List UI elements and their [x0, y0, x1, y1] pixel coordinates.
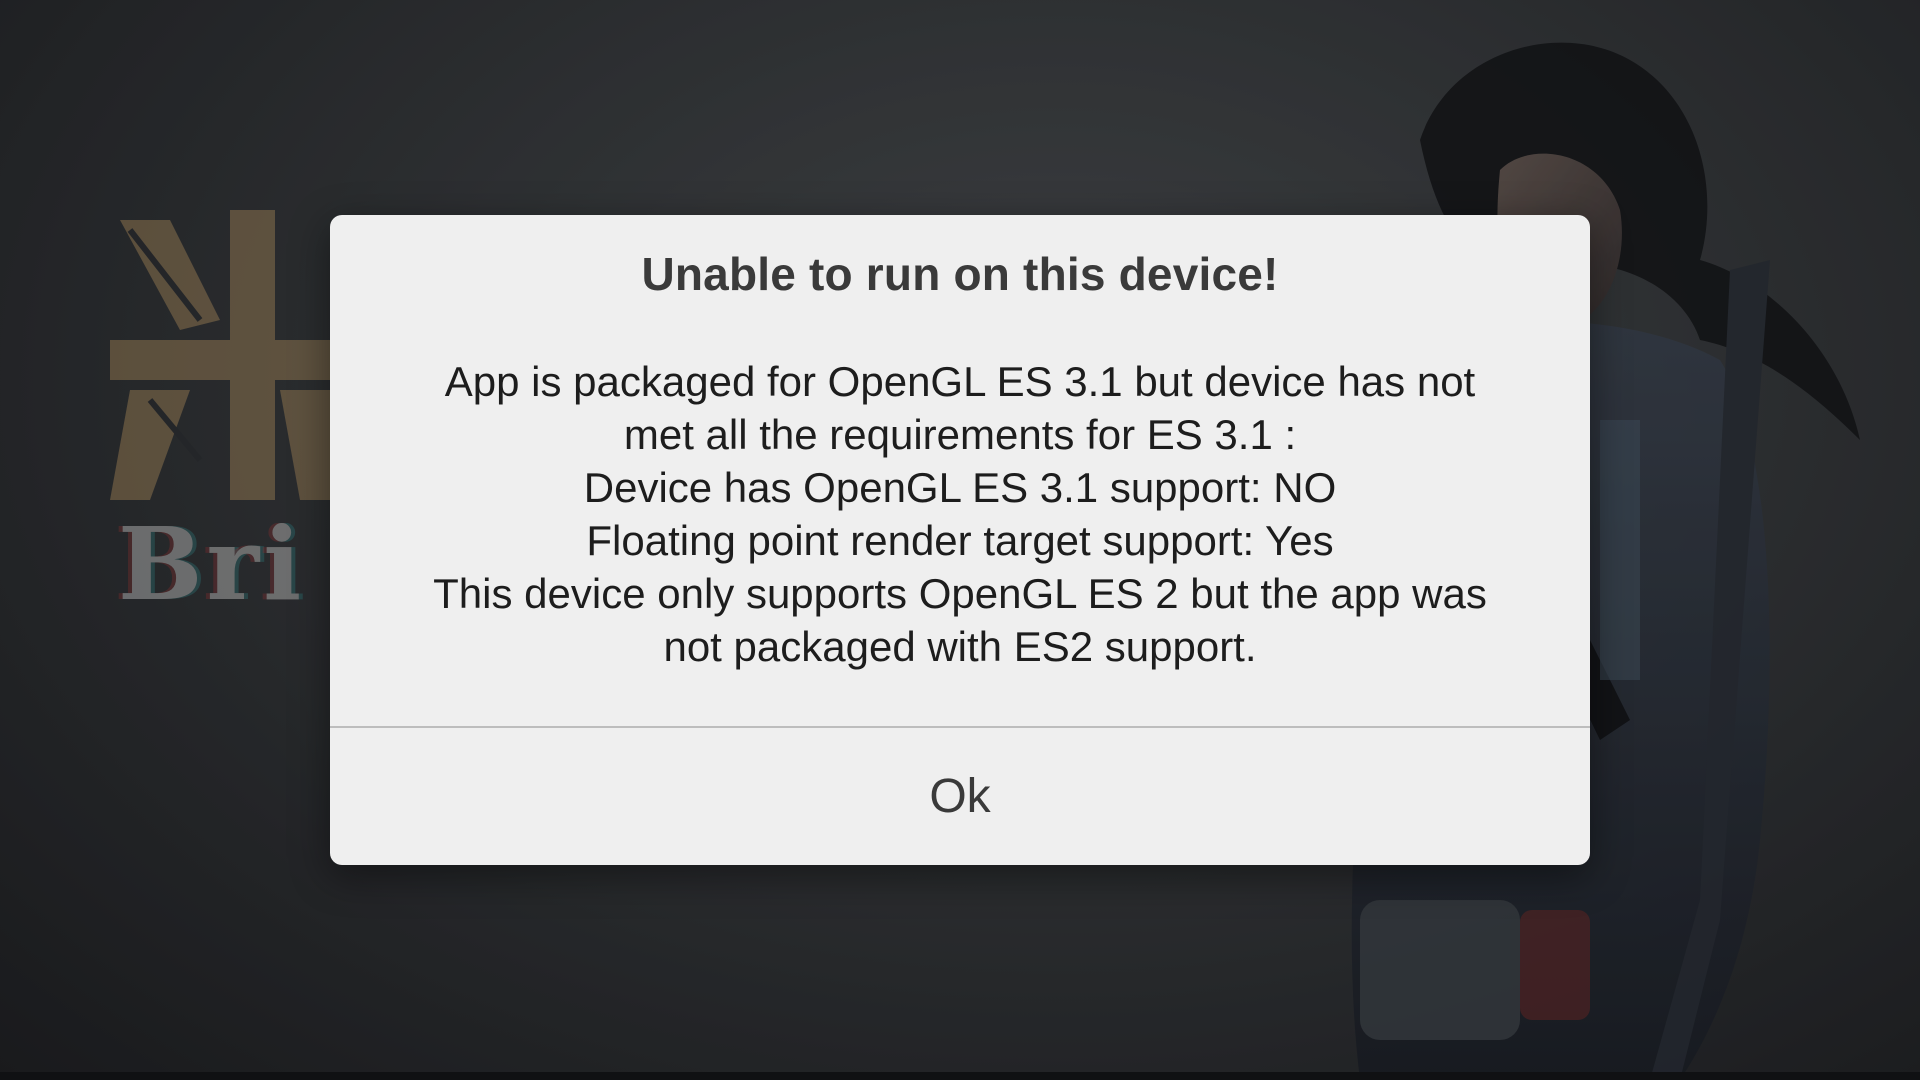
message-line: Device has OpenGL ES 3.1 support: NO: [583, 464, 1337, 511]
dialog-title: Unable to run on this device!: [641, 248, 1279, 300]
message-line: Floating point render target support: Ye…: [586, 517, 1334, 564]
bottom-strip: [0, 1072, 1920, 1080]
message-line: not packaged with ES2 support.: [663, 623, 1257, 670]
message-line: App is packaged for OpenGL ES 3.1 but de…: [444, 358, 1476, 405]
error-dialog: Unable to run on this device! App is pac…: [330, 215, 1590, 865]
message-line: This device only supports OpenGL ES 2 bu…: [433, 570, 1487, 617]
game-screen: Bri Unable to run on this device! App is…: [0, 0, 1920, 1080]
ok-button[interactable]: Ok: [330, 728, 1590, 865]
dialog-message: App is packaged for OpenGL ES 3.1 but de…: [370, 355, 1550, 673]
message-line: met all the requirements for ES 3.1 :: [623, 411, 1297, 458]
